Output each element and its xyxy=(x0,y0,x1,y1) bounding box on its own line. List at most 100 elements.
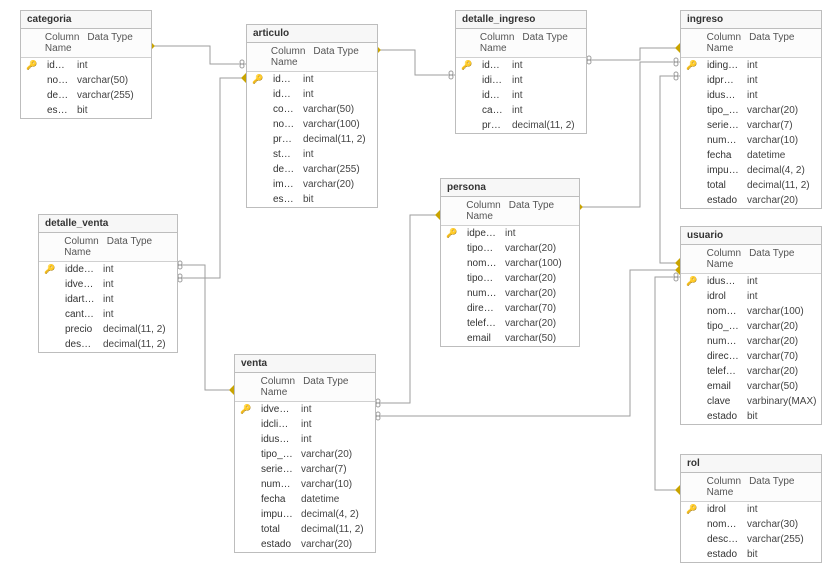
entity-table-categoria[interactable]: categoriakColumn NameData Type🔑idcategor… xyxy=(20,10,152,119)
key-slot xyxy=(681,193,703,208)
column-row[interactable]: idarticuloint xyxy=(456,88,586,103)
column-row[interactable]: num_documentovarchar(20) xyxy=(681,334,821,349)
column-row[interactable]: stockint xyxy=(247,147,377,162)
column-name: tipo_comprobante xyxy=(703,103,743,118)
column-row[interactable]: 🔑idarticuloint xyxy=(247,72,377,87)
column-row[interactable]: nombrevarchar(30) xyxy=(681,517,821,532)
column-row[interactable]: nombrevarchar(50) xyxy=(21,73,151,88)
column-type: decimal(4, 2) xyxy=(297,507,375,522)
column-row[interactable]: idproveedorint xyxy=(681,73,821,88)
column-name: idventa xyxy=(257,402,297,417)
column-row[interactable]: impuestodecimal(4, 2) xyxy=(235,507,375,522)
column-row[interactable]: 🔑idventaint xyxy=(235,402,375,417)
entity-table-persona[interactable]: personakColumn NameData Type🔑idpersonain… xyxy=(440,178,580,347)
header-column-name: Column Name xyxy=(703,29,745,57)
column-row[interactable]: idclienteint xyxy=(235,417,375,432)
primary-key-icon: 🔑 xyxy=(681,502,703,517)
column-row[interactable]: num_documentovarchar(20) xyxy=(441,286,579,301)
column-row[interactable]: descuentodecimal(11, 2) xyxy=(39,337,177,352)
column-row[interactable]: estadobit xyxy=(681,547,821,562)
key-slot xyxy=(21,88,43,103)
column-row[interactable]: 🔑iddetalle_ing...int xyxy=(456,58,586,73)
column-row[interactable]: 🔑iddetalle_ventaint xyxy=(39,262,177,277)
column-row[interactable]: estadobit xyxy=(247,192,377,207)
column-row[interactable]: estadobit xyxy=(681,409,821,424)
column-name: tipo_persona xyxy=(463,241,501,256)
key-slot xyxy=(681,118,703,133)
column-row[interactable]: preciodecimal(11, 2) xyxy=(456,118,586,133)
column-row[interactable]: num_comprobantevarchar(10) xyxy=(681,133,821,148)
column-row[interactable]: telefonovarchar(20) xyxy=(441,316,579,331)
column-row[interactable]: tipo_personavarchar(20) xyxy=(441,241,579,256)
column-row[interactable]: estadovarchar(20) xyxy=(681,193,821,208)
key-slot xyxy=(681,289,703,304)
column-row[interactable]: clavevarbinary(MAX) xyxy=(681,394,821,409)
column-row[interactable]: 🔑idpersonaint xyxy=(441,226,579,241)
column-row[interactable]: descripcionvarchar(255) xyxy=(21,88,151,103)
column-row[interactable]: idingresoint xyxy=(456,73,586,88)
entity-table-ingreso[interactable]: ingresokColumn NameData Type🔑idingresoin… xyxy=(680,10,822,209)
column-row[interactable]: serie_comprobantevarchar(7) xyxy=(681,118,821,133)
entity-table-usuario[interactable]: usuariokColumn NameData Type🔑idusuarioin… xyxy=(680,226,822,425)
entity-table-detalle_venta[interactable]: detalle_ventakColumn NameData Type🔑iddet… xyxy=(38,214,178,353)
column-row[interactable]: codigovarchar(50) xyxy=(247,102,377,117)
column-row[interactable]: fechadatetime xyxy=(681,148,821,163)
column-row[interactable]: tipo_comprobantevarchar(20) xyxy=(681,103,821,118)
column-row[interactable]: totaldecimal(11, 2) xyxy=(235,522,375,537)
entity-table-venta[interactable]: ventakColumn NameData Type🔑idventaintidc… xyxy=(234,354,376,553)
column-row[interactable]: estadobit xyxy=(21,103,151,118)
table-header-row: kColumn NameData Type xyxy=(681,473,821,502)
column-row[interactable]: impuestodecimal(4, 2) xyxy=(681,163,821,178)
column-name: telefono xyxy=(703,364,743,379)
key-slot xyxy=(39,322,61,337)
column-type: varchar(20) xyxy=(743,319,821,334)
column-row[interactable]: preciodecimal(11, 2) xyxy=(39,322,177,337)
entity-table-detalle_ingreso[interactable]: detalle_ingresokColumn NameData Type🔑idd… xyxy=(455,10,587,134)
column-row[interactable]: emailvarchar(50) xyxy=(681,379,821,394)
table-header-row: kColumn NameData Type xyxy=(39,233,177,262)
column-row[interactable]: precio_ventadecimal(11, 2) xyxy=(247,132,377,147)
column-row[interactable]: descripcionvarchar(255) xyxy=(247,162,377,177)
column-name: impuesto xyxy=(257,507,297,522)
column-row[interactable]: nombrevarchar(100) xyxy=(441,256,579,271)
column-row[interactable]: idusuarioint xyxy=(235,432,375,447)
column-row[interactable]: 🔑idingresoint xyxy=(681,58,821,73)
column-row[interactable]: emailvarchar(50) xyxy=(441,331,579,346)
column-row[interactable]: 🔑idcategoriaint xyxy=(21,58,151,73)
entity-table-articulo[interactable]: articulokColumn NameData Type🔑idarticulo… xyxy=(246,24,378,208)
column-row[interactable]: num_comprobantevarchar(10) xyxy=(235,477,375,492)
key-slot xyxy=(39,292,61,307)
column-row[interactable]: cantidadint xyxy=(456,103,586,118)
column-type: varchar(20) xyxy=(501,316,579,331)
column-row[interactable]: tipo_documentovarchar(20) xyxy=(441,271,579,286)
column-row[interactable]: idcategoriaint xyxy=(247,87,377,102)
column-row[interactable]: telefonovarchar(20) xyxy=(681,364,821,379)
key-slot xyxy=(456,73,478,88)
column-row[interactable]: tipo_comprobantevarchar(20) xyxy=(235,447,375,462)
relation-detalle_venta-venta xyxy=(176,265,234,390)
column-row[interactable]: direccionvarchar(70) xyxy=(681,349,821,364)
table-title: detalle_ingreso xyxy=(456,11,586,29)
column-type: varchar(100) xyxy=(743,304,821,319)
entity-table-rol[interactable]: rolkColumn NameData Type🔑idrolintnombrev… xyxy=(680,454,822,563)
column-row[interactable]: nombrevarchar(100) xyxy=(681,304,821,319)
column-name: descripcion xyxy=(269,162,299,177)
column-row[interactable]: idventaint xyxy=(39,277,177,292)
column-row[interactable]: idusuarioint xyxy=(681,88,821,103)
column-row[interactable]: nombrevarchar(100) xyxy=(247,117,377,132)
column-row[interactable]: totaldecimal(11, 2) xyxy=(681,178,821,193)
column-row[interactable]: idrolint xyxy=(681,289,821,304)
column-row[interactable]: direccionvarchar(70) xyxy=(441,301,579,316)
column-type: decimal(11, 2) xyxy=(99,322,177,337)
column-row[interactable]: 🔑idusuarioint xyxy=(681,274,821,289)
column-row[interactable]: idarticuloint xyxy=(39,292,177,307)
column-row[interactable]: serie_comprobantevarchar(7) xyxy=(235,462,375,477)
column-row[interactable]: imagenvarchar(20) xyxy=(247,177,377,192)
column-row[interactable]: descripcionvarchar(255) xyxy=(681,532,821,547)
column-row[interactable]: fechadatetime xyxy=(235,492,375,507)
column-row[interactable]: cantidadint xyxy=(39,307,177,322)
column-row[interactable]: 🔑idrolint xyxy=(681,502,821,517)
column-name: estado xyxy=(43,103,73,118)
column-row[interactable]: tipo_documentovarchar(20) xyxy=(681,319,821,334)
column-row[interactable]: estadovarchar(20) xyxy=(235,537,375,552)
